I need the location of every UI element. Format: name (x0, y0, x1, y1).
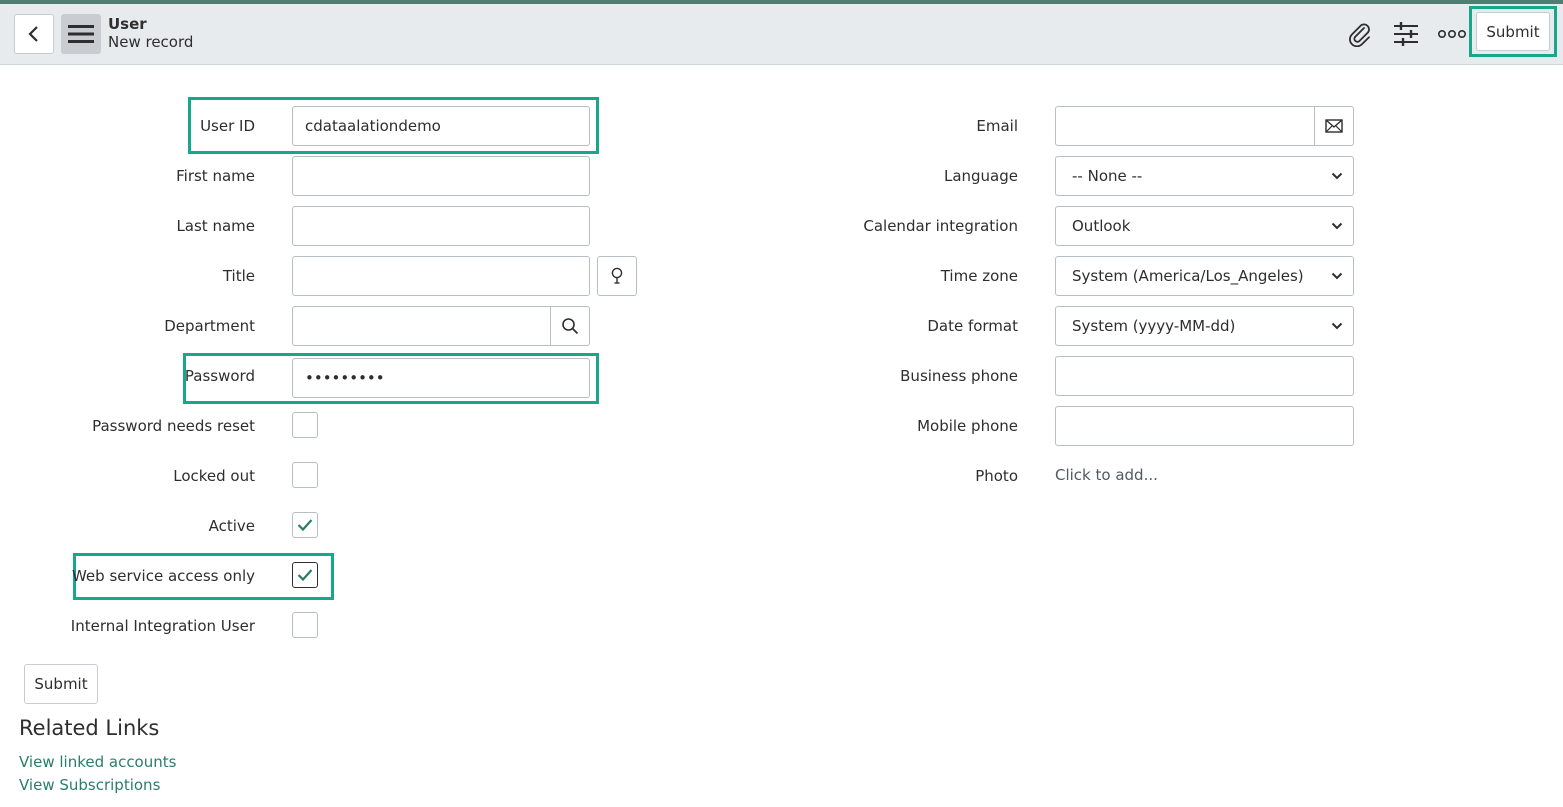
context-menu-button[interactable] (61, 14, 101, 54)
search-icon (562, 318, 579, 335)
last-name-label: Last name (176, 217, 255, 235)
back-button[interactable] (14, 14, 54, 54)
business-phone-input[interactable] (1055, 356, 1354, 396)
time-zone-label: Time zone (940, 267, 1018, 285)
locked-out-checkbox[interactable] (292, 462, 318, 488)
user-id-label: User ID (200, 117, 255, 135)
calendar-integration-label: Calendar integration (863, 217, 1018, 235)
hamburger-menu-icon (68, 25, 94, 43)
calendar-integration-select[interactable]: Outlook (1055, 206, 1354, 246)
send-email-button[interactable] (1314, 106, 1354, 146)
title-input[interactable] (292, 256, 590, 296)
last-name-input[interactable] (292, 206, 590, 246)
email-input[interactable] (1055, 106, 1315, 146)
related-links-heading: Related Links (19, 716, 160, 740)
mobile-phone-label: Mobile phone (917, 417, 1018, 435)
user-id-input[interactable]: cdataalationdemo (292, 106, 590, 146)
personalize-form-button[interactable] (1392, 20, 1420, 48)
view-linked-accounts-link[interactable]: View linked accounts (19, 753, 176, 771)
chevron-down-icon (1331, 322, 1343, 330)
department-input[interactable] (292, 306, 551, 346)
internal-integration-user-label: Internal Integration User (70, 617, 255, 635)
department-lookup-button[interactable] (550, 306, 590, 346)
time-zone-value: System (America/Los_Angeles) (1072, 267, 1304, 285)
email-label: Email (976, 117, 1018, 135)
locked-out-label: Locked out (173, 467, 255, 485)
first-name-label: First name (176, 167, 255, 185)
checkmark-icon (297, 569, 313, 582)
password-input[interactable]: ••••••••• (292, 358, 590, 398)
active-label: Active (208, 517, 255, 535)
chevron-down-icon (1331, 222, 1343, 230)
form-header: User New record (0, 4, 1563, 65)
page-title: User (108, 15, 147, 33)
password-needs-reset-checkbox[interactable] (292, 412, 318, 438)
submit-top-button[interactable]: Submit (1476, 12, 1550, 51)
language-select[interactable]: -- None -- (1055, 156, 1354, 196)
internal-integration-user-checkbox[interactable] (292, 612, 318, 638)
mobile-phone-input[interactable] (1055, 406, 1354, 446)
more-options-icon (1438, 29, 1466, 39)
password-label: Password (184, 367, 255, 385)
calendar-integration-value: Outlook (1072, 217, 1131, 235)
envelope-icon (1325, 119, 1343, 133)
more-options-button[interactable] (1438, 20, 1466, 48)
checkmark-icon (297, 519, 313, 532)
chevron-down-icon (1331, 272, 1343, 280)
page-subtitle: New record (108, 33, 194, 51)
web-service-access-only-checkbox[interactable] (292, 562, 318, 588)
web-service-access-only-label: Web service access only (71, 567, 255, 585)
sliders-icon (1394, 22, 1418, 46)
date-format-select[interactable]: System (yyyy-MM-dd) (1055, 306, 1354, 346)
date-format-label: Date format (927, 317, 1018, 335)
attachment-button[interactable] (1345, 20, 1373, 48)
title-label: Title (222, 267, 255, 285)
view-subscriptions-link[interactable]: View Subscriptions (19, 776, 160, 794)
photo-label: Photo (975, 467, 1018, 485)
lightbulb-icon (611, 267, 623, 284)
first-name-input[interactable] (292, 156, 590, 196)
title-suggestion-button[interactable] (597, 256, 637, 296)
password-needs-reset-label: Password needs reset (92, 417, 255, 435)
time-zone-select[interactable]: System (America/Los_Angeles) (1055, 256, 1354, 296)
submit-bottom-button[interactable]: Submit (24, 664, 98, 704)
submit-top-highlight: Submit (1469, 6, 1557, 57)
chevron-left-icon (28, 26, 38, 42)
paperclip-icon (1349, 23, 1370, 47)
business-phone-label: Business phone (900, 367, 1018, 385)
date-format-value: System (yyyy-MM-dd) (1072, 317, 1236, 335)
department-label: Department (164, 317, 255, 335)
language-value: -- None -- (1072, 167, 1143, 185)
chevron-down-icon (1331, 172, 1343, 180)
active-checkbox[interactable] (292, 512, 318, 538)
language-label: Language (943, 167, 1018, 185)
photo-add-link[interactable]: Click to add... (1055, 466, 1158, 484)
